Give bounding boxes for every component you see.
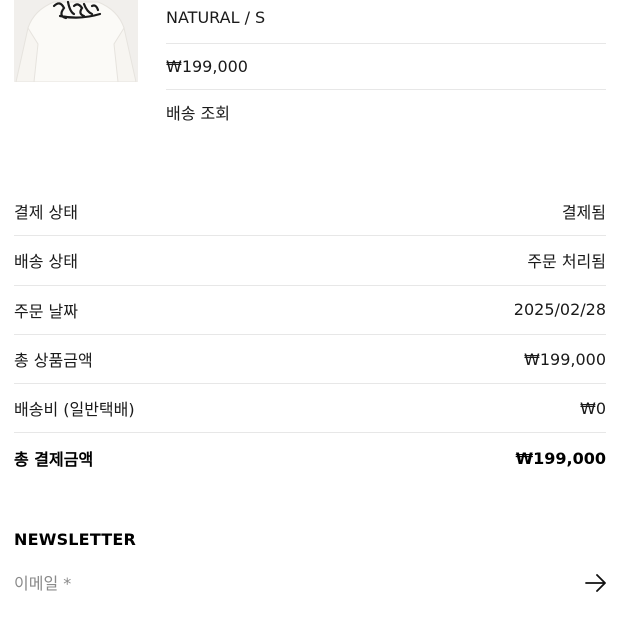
email-input[interactable] (14, 573, 514, 593)
newsletter-form (14, 571, 606, 595)
total-value: ₩199,000 (515, 448, 606, 468)
product-image[interactable] (14, 0, 138, 82)
summary-value: ₩0 (580, 398, 606, 418)
product-price: ₩199,000 (166, 44, 606, 90)
summary-row-delivery-status: 배송 상태 주문 처리됨 (14, 236, 606, 286)
arrow-right-icon (585, 574, 606, 592)
summary-label: 배송 상태 (14, 252, 78, 272)
summary-label: 총 상품금액 (14, 351, 93, 371)
summary-value: 결제됨 (561, 203, 606, 223)
summary-label: 배송비 (일반택배) (14, 400, 135, 420)
hoodie-image (14, 0, 138, 82)
order-summary: 결제 상태 결제됨 배송 상태 주문 처리됨 주문 날짜 2025/02/28 … (14, 187, 606, 483)
summary-row-order-date: 주문 날짜 2025/02/28 (14, 286, 606, 335)
summary-value: 주문 처리됨 (527, 252, 606, 272)
newsletter-title: NEWSLETTER (14, 530, 137, 549)
total-label: 총 결제금액 (14, 450, 94, 470)
track-delivery-link[interactable]: 배송 조회 (166, 90, 606, 134)
summary-row-shipping-fee: 배송비 (일반택배) ₩0 (14, 384, 606, 434)
summary-row-subtotal: 총 상품금액 ₩199,000 (14, 335, 606, 385)
newsletter-section: NEWSLETTER (14, 530, 606, 595)
summary-row-payment-status: 결제 상태 결제됨 (14, 187, 606, 237)
product-info: NATURAL / S ₩199,000 배송 조회 (166, 0, 606, 134)
summary-value: ₩199,000 (524, 349, 606, 369)
summary-label: 주문 날짜 (14, 301, 78, 321)
summary-row-total: 총 결제금액 ₩199,000 (14, 433, 606, 482)
product-variant: NATURAL / S (166, 0, 606, 44)
summary-label: 결제 상태 (14, 203, 78, 223)
newsletter-submit-button[interactable] (584, 571, 608, 595)
summary-value: 2025/02/28 (513, 300, 606, 320)
